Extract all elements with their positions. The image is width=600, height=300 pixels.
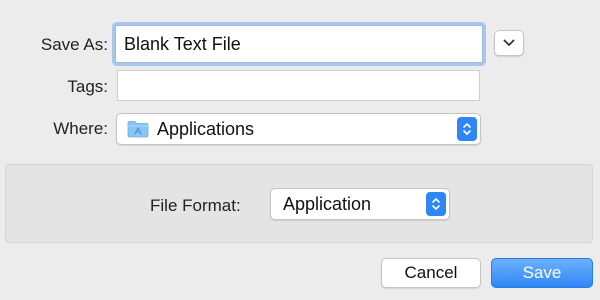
- where-popup[interactable]: Applications: [116, 113, 481, 145]
- cancel-button[interactable]: Cancel: [381, 258, 481, 288]
- file-format-stepper[interactable]: [426, 192, 446, 216]
- where-value: Applications: [157, 119, 255, 139]
- save-as-label: Save As:: [40, 35, 108, 54]
- tags-field[interactable]: [117, 70, 480, 101]
- save-button[interactable]: Save: [491, 258, 593, 288]
- where-label: Where:: [53, 119, 108, 138]
- file-format-label: File Format:: [150, 196, 241, 215]
- up-down-arrows-icon: [463, 123, 471, 135]
- file-format-popup[interactable]: Application: [270, 188, 450, 220]
- save-dialog: Save As: Tags: Where: Applications File …: [0, 0, 600, 300]
- up-down-arrows-icon: [432, 198, 440, 210]
- where-stepper[interactable]: [457, 117, 477, 141]
- file-format-value: Application: [283, 194, 372, 214]
- tags-label: Tags:: [67, 77, 108, 96]
- folder-icon: [127, 121, 149, 138]
- save-as-field[interactable]: [115, 25, 483, 63]
- chevron-down-icon: [503, 39, 515, 46]
- expand-dialog-button[interactable]: [494, 30, 524, 56]
